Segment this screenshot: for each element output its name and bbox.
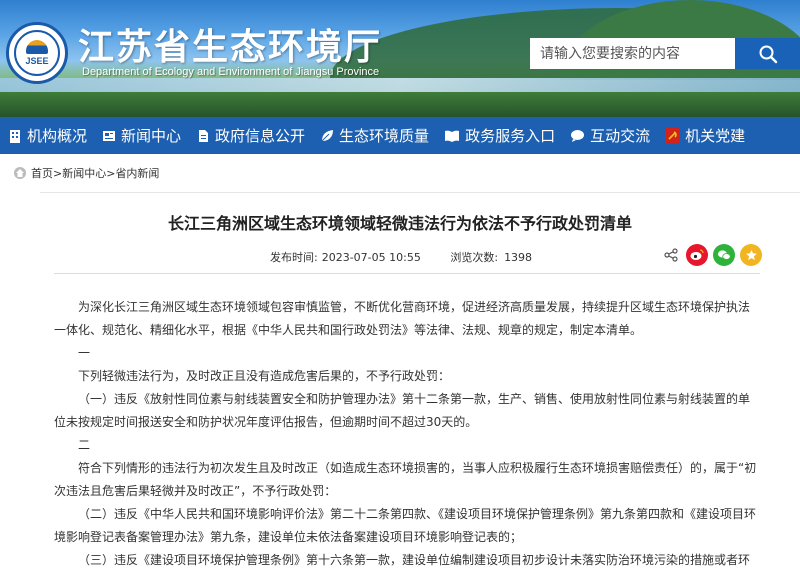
weibo-share-button[interactable] [686,244,708,266]
nav-label: 政务服务入口 [465,127,556,145]
breadcrumb-home[interactable]: 首页 [31,165,53,181]
home-icon [14,167,26,179]
site-title[interactable]: 江苏省生态环境厅 [78,18,382,70]
breadcrumb-provincial-news[interactable]: 省内新闻 [115,165,159,181]
article-paragraph: 下列轻微违法行为，及时改正且没有造成危害后果的，不予行政处罚： [78,369,451,383]
logo-text: JSEE [25,56,49,66]
article-paragraph: 为深化长江三角洲区域生态环境领域包容审慎监管，不断优化营商环境，促进经济高质量发… [54,300,751,337]
publish-label: 发布时间: [270,251,318,264]
nav-item-about[interactable]: 机构概况 [0,117,94,154]
wechat-share-button[interactable] [713,244,735,266]
building-icon [10,129,20,143]
article-meta: 发布时间: 2023-07-05 10:55 浏览次数: 1398 [270,249,558,265]
main-nav: 机构概况 新闻中心 政府信息公开 生态环境质量 政务服务入口 互动交流 机关党建 [0,117,800,154]
article-paragraph: （一）违反《放射性同位素与射线装置安全和防护管理办法》第十二条第一款，生产、销售… [54,392,751,429]
book-icon [445,130,460,142]
nav-label: 机构概况 [27,127,88,145]
share-bar [664,244,762,266]
publish-value: 2023-07-05 10:55 [321,251,421,264]
document-icon [199,129,209,142]
views-value: 1398 [504,251,533,264]
weibo-icon [690,249,704,260]
star-icon [745,249,757,260]
view-count: 浏览次数: 1398 [450,251,532,264]
breadcrumb: 首页 > 新闻中心 > 省内新闻 [0,154,800,192]
leaf-icon [321,129,334,141]
banner-shore [0,92,800,117]
favorite-button[interactable] [740,244,762,266]
article-divider [54,273,760,274]
views-label: 浏览次数: [450,251,499,264]
logo-mark-icon [26,40,48,54]
search-input[interactable] [530,38,735,69]
nav-item-services[interactable]: 政务服务入口 [436,117,562,154]
article-paragraph: （三）违反《建设项目环境保护管理条例》第十六条第一款，建设单位编制建设项目初步设… [78,553,751,567]
party-emblem-icon [665,128,681,143]
breadcrumb-divider [40,192,800,193]
chat-icon [571,129,585,142]
wechat-icon [718,250,731,260]
section-number: 二 [78,438,91,452]
article-body: 为深化长江三角洲区域生态环境领域包容审慎监管，不断优化营商环境，促进经济高质量发… [54,296,760,572]
publish-time: 发布时间: 2023-07-05 10:55 [270,251,421,264]
site-subtitle: Department of Ecology and Environment of… [82,66,380,78]
article-title: 长江三角洲区域生态环境领域轻微违法行为依法不予行政处罚清单 [167,214,632,233]
nav-label: 新闻中心 [121,127,182,145]
breadcrumb-separator: > [106,166,116,180]
nav-item-party[interactable]: 机关党建 [657,117,752,154]
news-icon [103,130,116,141]
breadcrumb-news[interactable]: 新闻中心 [62,165,106,181]
logo-emblem: JSEE [14,30,60,76]
nav-item-gov-info[interactable]: 政府信息公开 [188,117,312,154]
site-logo[interactable]: JSEE [6,22,68,84]
article-paragraph: （二）违反《中华人民共和国环境影响评价法》第二十二条第四款、《建设项目环境保护管… [54,507,757,544]
search-button[interactable] [735,38,800,69]
nav-label: 机关党建 [685,127,746,145]
nav-item-eco-quality[interactable]: 生态环境质量 [312,117,436,154]
breadcrumb-separator: > [53,166,63,180]
nav-label: 生态环境质量 [339,127,430,145]
header-banner: JSEE 江苏省生态环境厅 Department of Ecology and … [0,0,800,117]
nav-item-news[interactable]: 新闻中心 [94,117,188,154]
article-paragraph: 符合下列情形的违法行为初次发生且及时改正（如造成生态环境损害的，当事人应积极履行… [54,461,757,498]
nav-label: 政府信息公开 [215,127,306,145]
nav-label: 互动交流 [590,127,651,145]
search-bar [530,38,800,69]
nav-item-interaction[interactable]: 互动交流 [562,117,657,154]
section-number: 一 [78,346,91,360]
search-icon [759,45,777,63]
share-icon[interactable] [664,248,678,262]
